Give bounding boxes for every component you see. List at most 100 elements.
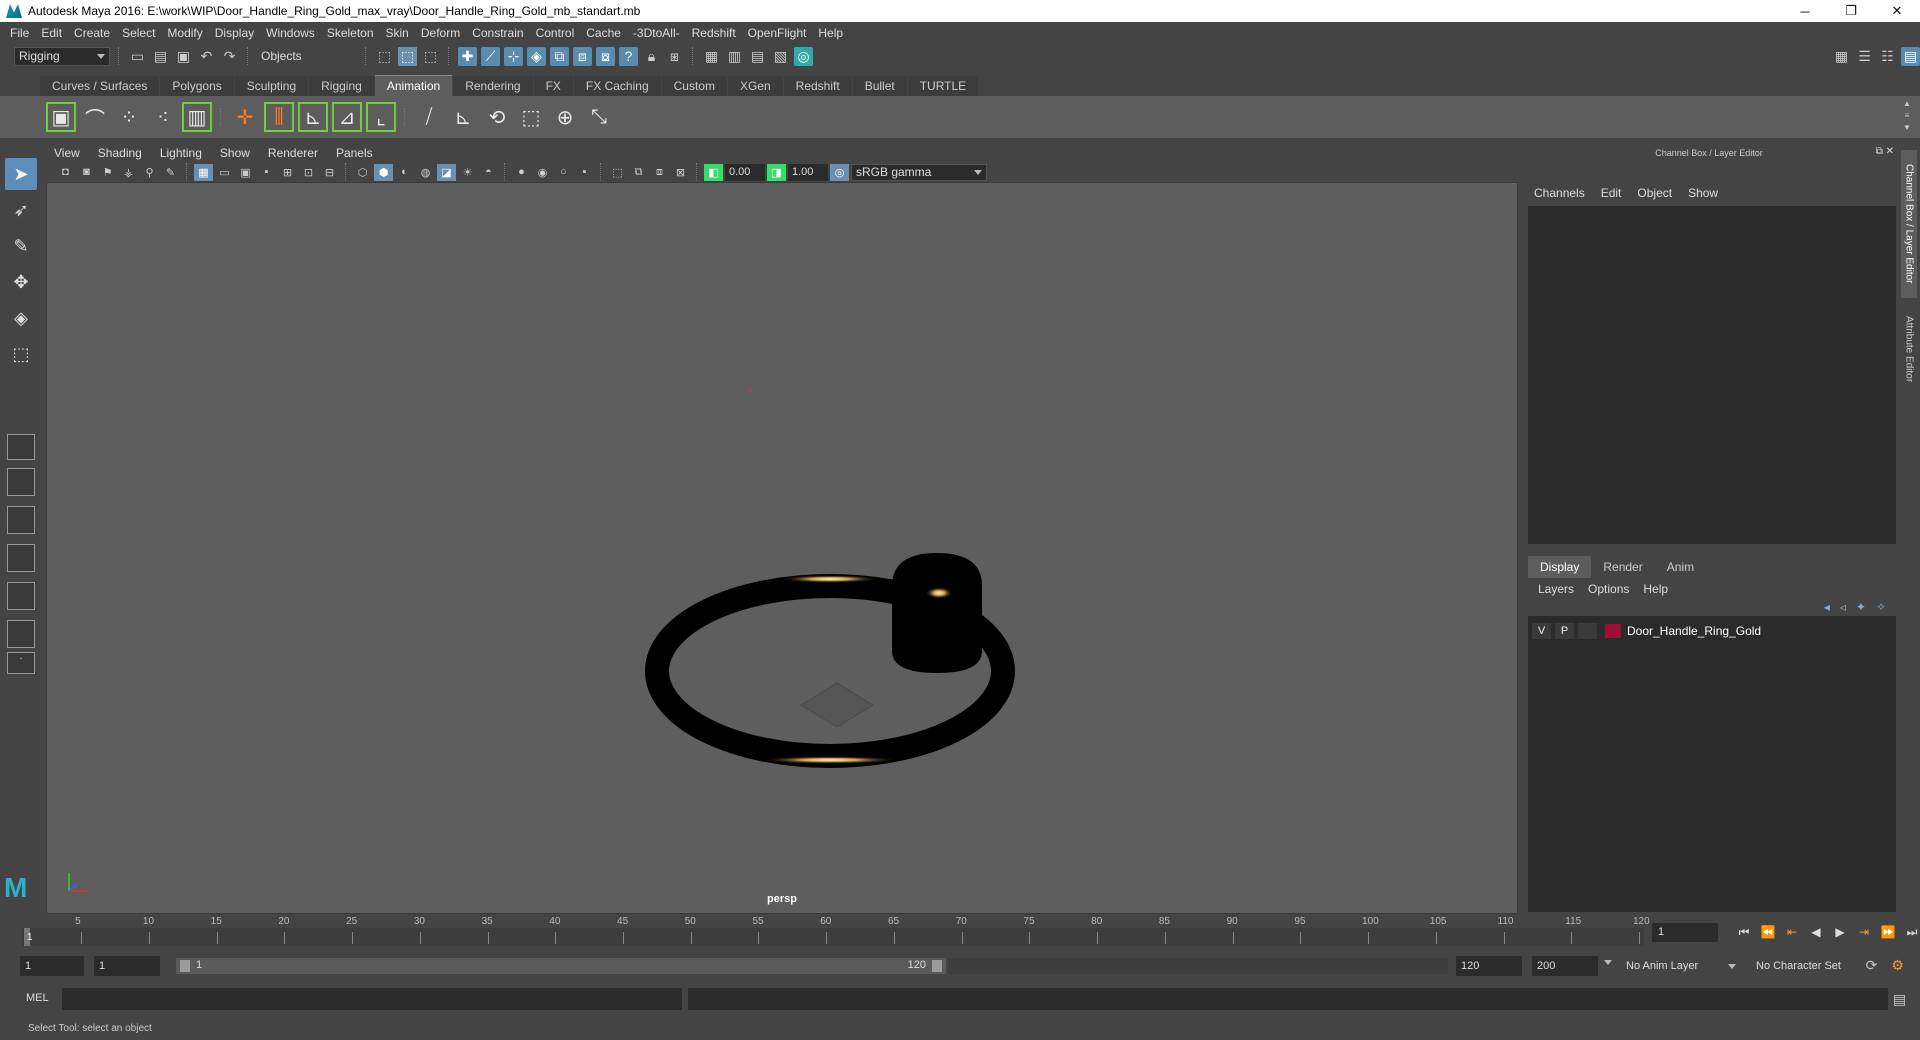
rotate-tool-icon[interactable]: ◈ [5, 302, 37, 334]
xray-joints-icon[interactable]: ⧈ [650, 164, 669, 181]
viewport-menu-view[interactable]: View [54, 146, 80, 160]
minimize-button[interactable]: ─ [1782, 0, 1828, 22]
set-key-icon[interactable]: ▥ [182, 102, 212, 132]
persp-outliner-layout-icon[interactable] [7, 506, 35, 534]
grease-pencil-icon[interactable]: ✎ [161, 164, 180, 181]
step-forward-frame-icon[interactable]: ⇥ [1856, 924, 1872, 940]
grid-icon[interactable]: ▦ [194, 163, 213, 181]
field-chart-icon[interactable]: ⊞ [278, 164, 297, 181]
symmetry-icon[interactable]: ⧇ [596, 46, 615, 66]
menu-modify[interactable]: Modify [163, 26, 210, 40]
shelf-tab-animation[interactable]: Animation [374, 75, 453, 96]
script-language-label[interactable]: MEL [26, 992, 49, 1004]
four-view-layout-icon[interactable] [7, 468, 35, 496]
undo-icon[interactable]: ↶ [197, 47, 216, 66]
layer-tab-anim[interactable]: Anim [1655, 556, 1706, 578]
shelf-tab-polygons[interactable]: Polygons [160, 76, 234, 96]
perspective-viewport[interactable]: persp [46, 182, 1518, 914]
hypershade-icon[interactable]: ◎ [794, 46, 813, 66]
menu-skeleton[interactable]: Skeleton [323, 26, 382, 40]
playblast-icon[interactable]: ▣ [46, 102, 76, 132]
paint-select-tool-icon[interactable]: ✎ [5, 230, 37, 262]
step-back-key-icon[interactable]: ⏪ [1760, 924, 1776, 940]
menu-cache[interactable]: Cache [582, 26, 629, 40]
menu-openflight[interactable]: OpenFlight [744, 26, 815, 40]
menu-deform[interactable]: Deform [417, 26, 468, 40]
joint-tool-icon[interactable]: ⊾ [298, 102, 328, 132]
pole-vector-constraint-icon[interactable]: ⤡ [584, 102, 614, 132]
image-plane-icon[interactable]: ⚶ [119, 164, 138, 181]
select-component-icon[interactable]: ⬚ [421, 47, 440, 66]
menu-create[interactable]: Create [70, 26, 118, 40]
motion-trail-icon[interactable]: ⌒ [80, 102, 110, 132]
point-constraint-icon[interactable]: ⊾ [448, 102, 478, 132]
redo-icon[interactable]: ↷ [220, 47, 239, 66]
textured-icon[interactable]: ◪ [437, 163, 456, 181]
time-slider-track[interactable] [22, 928, 1644, 946]
ik-spline-icon[interactable]: ⌞ [366, 102, 396, 132]
layer-tab-display[interactable]: Display [1528, 556, 1592, 578]
viewport-menu-shading[interactable]: Shading [98, 146, 142, 160]
snap-view-plane-icon[interactable]: ◈ [527, 46, 546, 66]
exposure-field[interactable]: 0.00 [725, 163, 765, 181]
menu-file[interactable]: File [6, 26, 37, 40]
create-locator-icon[interactable]: ✛ [230, 102, 260, 132]
custom-layout-icon[interactable]: · [7, 652, 35, 674]
orient-constraint-icon[interactable]: ⟲ [482, 102, 512, 132]
auto-key-icon[interactable]: ⟳ [1862, 956, 1881, 975]
vtab-channel-box[interactable]: Channel Box / Layer Editor [1901, 150, 1917, 298]
snap-surface-icon[interactable]: ⧈ [573, 46, 592, 66]
snap-grid-icon[interactable]: ✚ [458, 46, 477, 66]
playback-start-field[interactable]: 1 [94, 956, 160, 976]
close-button[interactable]: ✕ [1874, 0, 1920, 22]
character-set-dropdown[interactable]: No Character Set [1750, 956, 1868, 976]
shelf-tab-fx-caching[interactable]: FX Caching [573, 76, 661, 96]
selection-mode-dropdown[interactable]: Objects [257, 46, 357, 66]
animation-preferences-icon[interactable]: ⚙ [1888, 956, 1907, 975]
layer-menu-help[interactable]: Help [1643, 582, 1668, 596]
color-management-icon[interactable]: ◎ [830, 163, 849, 181]
smooth-shade-icon[interactable]: ⬢ [374, 163, 393, 181]
gamma-field[interactable]: 1.00 [788, 163, 828, 181]
ik-handle-icon[interactable]: ⊿ [332, 102, 362, 132]
make-live-icon[interactable]: ⧉ [550, 46, 569, 66]
layer-menu-layers[interactable]: Layers [1538, 582, 1574, 596]
2d-pan-zoom-icon[interactable]: ⚲ [140, 164, 159, 181]
new-layer-selected-icon[interactable]: ✧ [1876, 600, 1886, 614]
help-query-icon[interactable]: ? [619, 46, 638, 66]
menu-control[interactable]: Control [532, 26, 583, 40]
aim-constraint-icon[interactable]: ⊕ [550, 102, 580, 132]
animation-start-field[interactable]: 1 [20, 956, 84, 976]
viewport-menu-renderer[interactable]: Renderer [268, 146, 318, 160]
layer-color-swatch[interactable] [1605, 624, 1621, 638]
shelf-tab-rendering[interactable]: Rendering [453, 76, 533, 96]
render-view-icon[interactable]: ▦ [702, 47, 721, 66]
parent-constraint-icon[interactable]: ⧸ [414, 102, 444, 132]
screen-space-ao-icon[interactable]: ● [512, 164, 531, 181]
ghost-icon[interactable]: ⁘ [114, 102, 144, 132]
bookmark-icon[interactable]: ⚑ [98, 164, 117, 181]
view-transform-dropdown[interactable]: sRGB gamma [851, 163, 987, 181]
menu-help[interactable]: Help [814, 26, 851, 40]
shelf-tab-turtle[interactable]: TURTLE [907, 76, 979, 96]
move-layer-down-icon[interactable]: ◃ [1840, 600, 1846, 614]
select-object-icon[interactable]: ⬚ [398, 46, 417, 66]
mount-cylinder-mesh[interactable] [892, 553, 982, 673]
step-forward-key-icon[interactable]: ⏩ [1880, 924, 1896, 940]
resolution-gate-icon[interactable]: ▣ [236, 164, 255, 181]
wireframe-icon[interactable]: ⬡ [353, 164, 372, 181]
layer-tab-render[interactable]: Render [1591, 556, 1654, 578]
shelf-tab-bullet[interactable]: Bullet [852, 76, 907, 96]
default-material-icon[interactable]: ◐ [395, 164, 414, 181]
single-perspective-layout-icon[interactable] [7, 434, 35, 460]
scale-constraint-icon[interactable]: ⬚ [516, 102, 546, 132]
menu-3dtoall[interactable]: -3DtoAll- [629, 26, 688, 40]
shelf-tab-redshift[interactable]: Redshift [783, 76, 852, 96]
panel-float-close-icon[interactable]: ⧉ ✕ [1876, 146, 1894, 157]
shelf-tab-sculpting[interactable]: Sculpting [234, 76, 309, 96]
persp-hypershade-layout-icon[interactable] [7, 620, 35, 648]
xray-components-icon[interactable]: ⊠ [671, 164, 690, 181]
lock-icon[interactable]: 🔒︎ [642, 47, 661, 66]
select-camera-icon[interactable]: ◘ [56, 164, 75, 181]
isolate-select-icon[interactable]: ⬚ [608, 164, 627, 181]
